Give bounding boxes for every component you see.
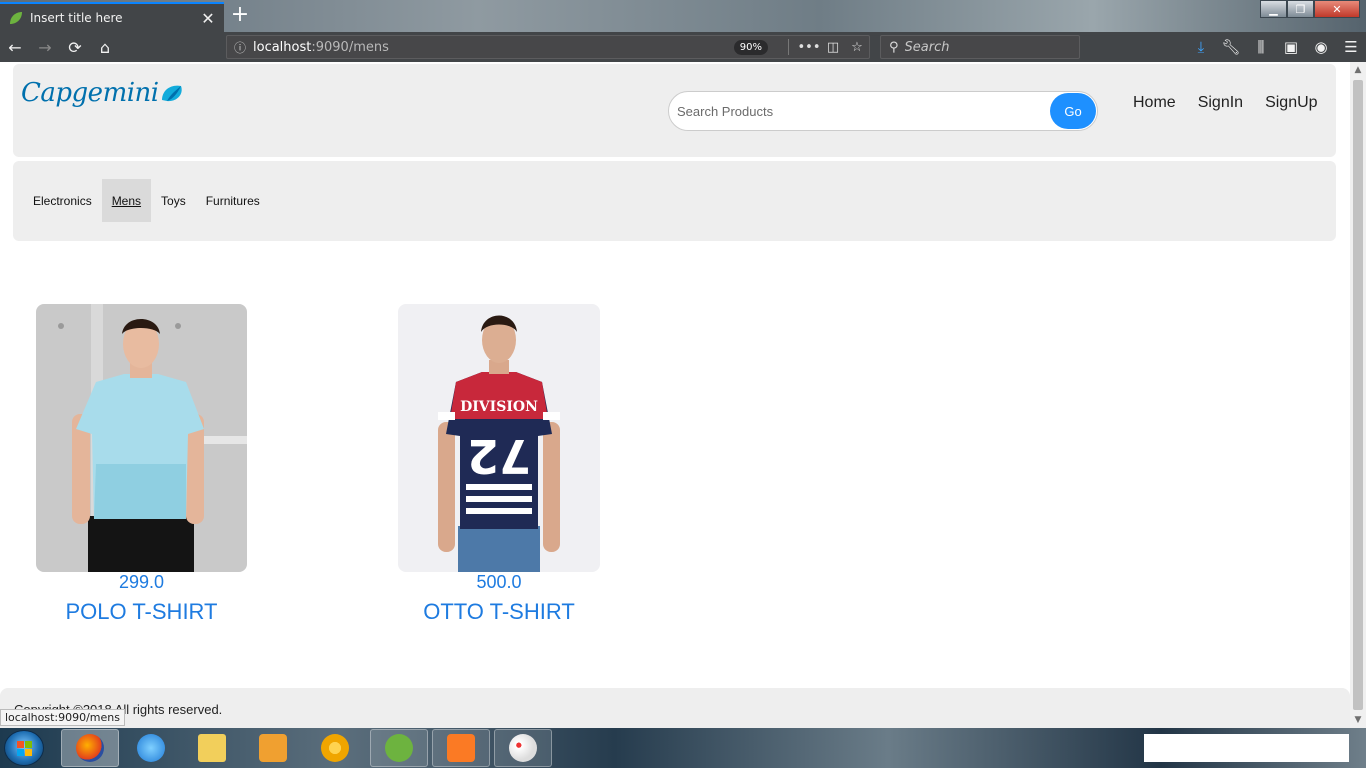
system-tray[interactable] <box>1144 734 1349 762</box>
category-electronics[interactable]: Electronics <box>23 179 102 222</box>
restore-window-button[interactable]: ❐ <box>1287 0 1314 18</box>
page-actions-icon[interactable]: ••• <box>797 40 821 55</box>
close-tab-icon[interactable]: ✕ <box>200 9 216 28</box>
taskbar-xampp[interactable] <box>432 729 490 767</box>
start-button[interactable] <box>4 730 44 766</box>
scroll-down-arrow-icon[interactable]: ▼ <box>1350 712 1366 728</box>
magnifier-icon: ⚲ <box>889 39 899 55</box>
xampp-icon <box>447 734 475 762</box>
taskbar-firefox[interactable] <box>61 729 119 767</box>
product-price: 299.0 <box>118 572 165 592</box>
category-mens[interactable]: Mens <box>101 179 152 222</box>
product-image-otto[interactable]: DIVISION 72 <box>398 304 600 572</box>
zoom-level-badge[interactable]: 90% <box>733 39 768 55</box>
logo-text: Capgemini <box>21 78 159 108</box>
spring-leaf-icon <box>10 12 22 24</box>
nav-signup-link[interactable]: SignUp <box>1265 94 1317 112</box>
sidebar-icon[interactable]: ▣ <box>1276 32 1306 62</box>
product-image-polo[interactable] <box>36 304 247 572</box>
url-separator <box>788 39 789 55</box>
nav-signin-link[interactable]: SignIn <box>1198 94 1243 112</box>
page-scrollbar[interactable]: ▲ ▼ <box>1350 62 1366 728</box>
nav-home-link[interactable]: Home <box>1133 94 1176 112</box>
tab-title: Insert title here <box>30 11 123 25</box>
product-price: 500.0 <box>476 572 522 592</box>
internet-explorer-icon <box>137 734 165 762</box>
windows-logo-icon <box>17 741 32 756</box>
library-icon[interactable]: ⫼ <box>1246 32 1276 62</box>
product-search-input[interactable] <box>677 103 1037 119</box>
url-path: :9090/mens <box>311 39 389 55</box>
scroll-thumb[interactable] <box>1353 80 1363 710</box>
taskbar-media-player[interactable] <box>244 729 302 767</box>
product-search-box: Go <box>668 91 1098 131</box>
folder-icon <box>198 734 226 762</box>
category-bar: Electronics Mens Toys Furnitures <box>13 161 1336 241</box>
category-list: Electronics Mens Toys Furnitures <box>23 179 270 222</box>
os-taskbar <box>0 728 1366 768</box>
product-card[interactable]: 299.0 POLO T-SHIRT <box>36 304 247 625</box>
wrench-icon[interactable]: 🔧︎ <box>1216 32 1246 62</box>
page-viewport: Capgemini Go Home SignIn SignUp Electron… <box>0 62 1350 728</box>
site-header: Capgemini Go Home SignIn SignUp <box>13 64 1336 157</box>
go-button[interactable]: Go <box>1050 93 1096 129</box>
reload-icon[interactable]: ⟳ <box>60 32 90 62</box>
hamburger-menu-icon[interactable]: ☰ <box>1336 32 1366 62</box>
product-card[interactable]: DIVISION 72 500.0 OTTO T-SHIRT <box>398 304 600 625</box>
taskbar-internet-explorer[interactable] <box>122 729 180 767</box>
category-toys[interactable]: Toys <box>151 179 196 222</box>
url-text[interactable]: localhost:9090/mens <box>253 40 734 55</box>
shirt-print-number: 72 <box>467 429 531 483</box>
extension-globe-icon[interactable]: ◉ <box>1306 32 1336 62</box>
capgemini-logo[interactable]: Capgemini <box>21 78 185 108</box>
shirt-print-text: DIVISION <box>460 399 538 415</box>
toolbar-right: ⤓ 🔧︎ ⫼ ▣ ◉ ☰ <box>1186 32 1366 62</box>
address-bar[interactable]: ⓘ localhost:9090/mens 90% ••• ◫ ☆ <box>226 35 870 59</box>
category-furnitures[interactable]: Furnitures <box>196 179 270 222</box>
browser-search-input[interactable] <box>904 39 1065 55</box>
taskbar-paint[interactable] <box>494 729 552 767</box>
browser-titlebar: Insert title here ✕ + ▁ ❐ ✕ <box>0 0 1366 32</box>
url-host: localhost <box>253 39 312 55</box>
site-footer: Copyright ©2018 All rights reserved. <box>0 688 1350 728</box>
taskbar-chrome[interactable] <box>306 729 364 767</box>
browser-toolbar: ← → ⟳ ⌂ ⓘ localhost:9090/mens 90% ••• ◫ … <box>0 32 1366 62</box>
product-name-link[interactable]: POLO T-SHIRT <box>36 599 247 625</box>
paint-palette-icon <box>509 734 537 762</box>
site-info-icon[interactable]: ⓘ <box>227 39 253 56</box>
download-icon[interactable]: ⤓ <box>1186 32 1216 62</box>
home-icon[interactable]: ⌂ <box>90 32 120 62</box>
product-name-link[interactable]: OTTO T-SHIRT <box>398 599 600 625</box>
pocket-icon[interactable]: ◫ <box>821 40 845 55</box>
back-arrow-icon[interactable]: ← <box>0 32 30 62</box>
spade-logo-icon <box>161 85 182 102</box>
status-url-tooltip: localhost:9090/mens <box>0 709 125 726</box>
browser-search-box[interactable]: ⚲ <box>880 35 1080 59</box>
chrome-icon <box>321 734 349 762</box>
taskbar-file-explorer[interactable] <box>183 729 241 767</box>
new-tab-plus-icon[interactable]: + <box>229 3 251 27</box>
close-window-button[interactable]: ✕ <box>1314 0 1360 18</box>
bookmark-star-icon[interactable]: ☆ <box>845 40 869 55</box>
window-controls: ▁ ❐ ✕ <box>1260 0 1360 18</box>
scroll-up-arrow-icon[interactable]: ▲ <box>1350 62 1366 78</box>
minimize-window-button[interactable]: ▁ <box>1260 0 1287 18</box>
taskbar-spring-tool-suite[interactable] <box>370 729 428 767</box>
forward-arrow-icon[interactable]: → <box>30 32 60 62</box>
top-nav: Home SignIn SignUp <box>1133 94 1318 112</box>
media-player-icon <box>259 734 287 762</box>
spring-leaf-icon <box>385 734 413 762</box>
firefox-icon <box>76 734 104 762</box>
browser-tab[interactable]: Insert title here ✕ <box>0 2 224 32</box>
